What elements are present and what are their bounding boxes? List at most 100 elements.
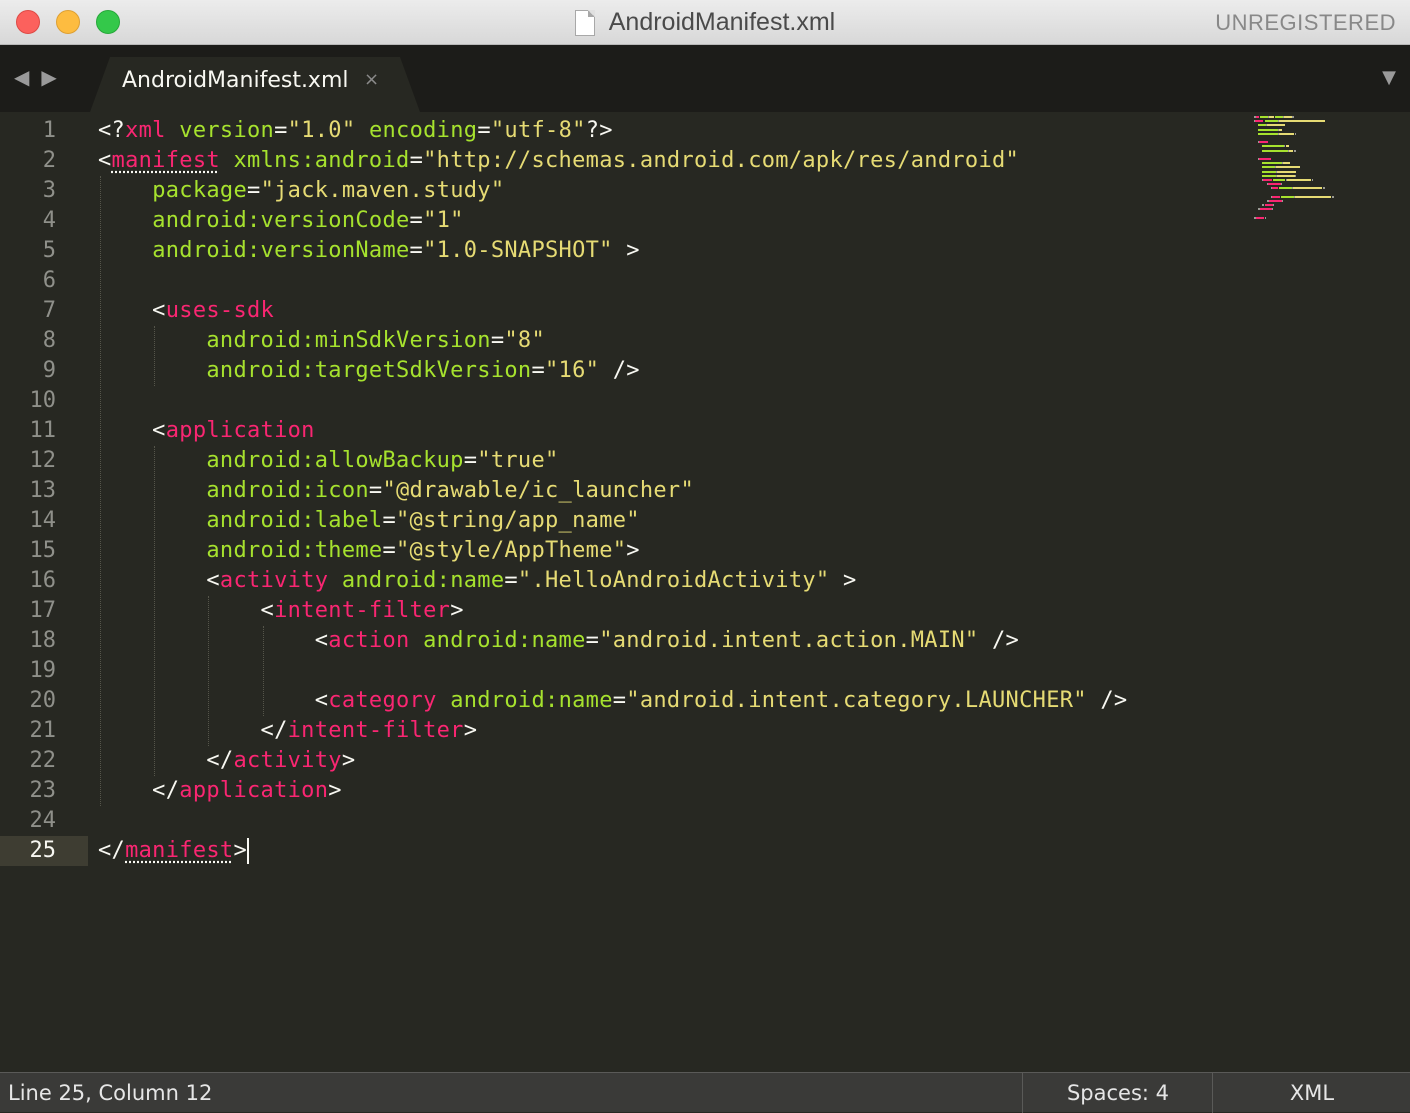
code-line[interactable]: <?xml version="1.0" encoding="utf-8"?> — [98, 116, 613, 146]
line-number: 19 — [29, 658, 57, 683]
code-line[interactable]: android:label="@string/app_name" — [98, 506, 640, 536]
code-editor[interactable]: 1 2 3 4 5 6 7 8 9 10 11 12 13 14 15 16 17 18 19 20 21 22 23 24 2… — [0, 112, 1410, 1072]
punctuation-token: = — [409, 208, 424, 233]
punctuation-token: = — [382, 508, 397, 533]
tag-name-token: xml — [125, 118, 166, 143]
attribute-name-token: android:minSdkVersion — [206, 328, 491, 353]
line-number: 5 — [42, 238, 56, 263]
code-line[interactable]: android:theme="@style/AppTheme"> — [98, 536, 640, 566]
punctuation-token: = — [531, 358, 546, 383]
minimap-mark — [1323, 187, 1326, 190]
minimap-mark — [1258, 132, 1279, 135]
punctuation-token: /> — [978, 628, 1020, 653]
minimap-mark — [1258, 124, 1266, 127]
attribute-name-token: encoding — [368, 118, 478, 143]
code-line[interactable]: android:icon="@drawable/ic_launcher" — [98, 476, 694, 506]
line-number: 21 — [29, 718, 57, 743]
minimap-mark — [1277, 174, 1295, 177]
line-number: 8 — [42, 328, 56, 353]
minimize-window-button[interactable] — [56, 10, 80, 34]
minimap-mark — [1277, 170, 1296, 173]
code-line[interactable]: android:targetSdkVersion="16" /> — [98, 356, 640, 386]
code-line[interactable]: </intent-filter> — [98, 716, 477, 746]
attribute-name-token: android:allowBackup — [206, 448, 464, 473]
attribute-name-token: android:versionCode — [152, 208, 410, 233]
minimap-mark — [1260, 208, 1272, 211]
attribute-name-token: android:icon — [206, 478, 369, 503]
minimap-mark — [1260, 116, 1268, 118]
code-line[interactable]: android:allowBackup="true" — [98, 446, 559, 476]
tag-name-token: activity — [219, 568, 329, 593]
code-line[interactable]: android:minSdkVersion="8" — [98, 326, 545, 356]
minimap-mark — [1271, 208, 1273, 211]
punctuation-token — [98, 178, 152, 203]
punctuation-token: > — [829, 568, 857, 593]
minimap-mark — [1264, 120, 1279, 123]
minimap-mark — [1286, 179, 1311, 181]
line-number: 23 — [29, 778, 57, 803]
punctuation-token: = — [504, 568, 518, 593]
minimap-mark — [1266, 124, 1286, 127]
line-number-gutter[interactable]: 1 2 3 4 5 6 7 8 9 10 11 12 13 14 15 16 17 18 19 20 21 22 23 24 2… — [0, 112, 88, 1072]
line-number: 2 — [42, 148, 56, 173]
minimap-mark — [1259, 158, 1271, 160]
line-number: 3 — [42, 178, 56, 203]
minimap-mark — [1262, 145, 1285, 148]
tab-androidmanifest[interactable]: AndroidManifest.xml × — [90, 57, 420, 112]
code-line[interactable]: </application> — [98, 776, 342, 806]
punctuation-token: > — [341, 748, 356, 773]
tag-name-token: intent-filter — [274, 598, 451, 623]
code-line[interactable]: <uses-sdk — [98, 296, 274, 326]
punctuation-token: < — [98, 598, 275, 623]
code-line[interactable]: <intent-filter> — [98, 596, 464, 626]
code-line[interactable]: <activity android:name=".HelloAndroidAct… — [98, 566, 857, 596]
minimap-mark — [1279, 132, 1294, 135]
punctuation-token: = — [490, 328, 505, 353]
minimap-mark — [1262, 170, 1277, 173]
title-bar: AndroidManifest.xml UNREGISTERED — [0, 0, 1410, 45]
tab-list-dropdown-icon[interactable]: ▼ — [1382, 67, 1396, 88]
code-line[interactable]: android:versionName="1.0-SNAPSHOT" > — [98, 236, 640, 266]
string-value-token: "1.0" — [287, 118, 356, 143]
line-number: 10 — [29, 388, 57, 413]
minimap-mark — [1255, 120, 1264, 123]
close-tab-icon[interactable]: × — [364, 69, 379, 90]
tag-name-token: manifest — [111, 148, 220, 173]
punctuation-token: /> — [599, 358, 640, 383]
punctuation-token: = — [585, 628, 600, 653]
code-text-area[interactable]: <?xml version="1.0" encoding="utf-8"?> <m… — [98, 112, 1248, 1072]
line-number: 1 — [42, 118, 56, 143]
punctuation-token — [410, 628, 424, 653]
close-window-button[interactable] — [16, 10, 40, 34]
code-line[interactable]: android:versionCode="1" — [98, 206, 464, 236]
code-line[interactable]: <manifest xmlns:android="http://schemas.… — [98, 146, 1019, 176]
code-line[interactable]: <action android:name="android.intent.act… — [98, 626, 1019, 656]
punctuation-token: = — [382, 538, 397, 563]
punctuation-token: > — [233, 838, 248, 863]
punctuation-token: < — [98, 148, 112, 173]
string-value-token: "8" — [504, 328, 546, 353]
cursor-position: Line 25, Column 12 — [8, 1081, 213, 1105]
zoom-window-button[interactable] — [96, 10, 120, 34]
punctuation-token: = — [368, 478, 383, 503]
minimap-mark — [1311, 179, 1313, 181]
punctuation-token: </ — [98, 748, 234, 773]
code-line[interactable]: <application — [98, 416, 315, 446]
indentation-selector[interactable]: Spaces: 4 — [1022, 1073, 1213, 1113]
back-arrow-icon[interactable]: ◀ — [14, 65, 29, 89]
punctuation-token — [98, 448, 206, 473]
syntax-selector[interactable]: XML — [1212, 1073, 1410, 1113]
code-line[interactable]: </activity> — [98, 746, 355, 776]
minimap[interactable] — [1254, 116, 1404, 226]
minimap-mark — [1294, 195, 1331, 198]
window-title-text: AndroidManifest.xml — [608, 8, 836, 36]
forward-arrow-icon[interactable]: ▶ — [41, 65, 56, 89]
string-value-token: "@drawable/ic_launcher" — [382, 478, 695, 503]
punctuation-token: = — [274, 118, 288, 143]
line-number: 14 — [29, 508, 57, 533]
code-line[interactable]: <category android:name="android.intent.c… — [98, 686, 1127, 716]
text-cursor — [247, 838, 250, 864]
punctuation-token — [98, 508, 206, 533]
code-line[interactable]: </manifest> — [98, 836, 250, 866]
code-line[interactable]: package="jack.maven.study" — [98, 176, 504, 206]
